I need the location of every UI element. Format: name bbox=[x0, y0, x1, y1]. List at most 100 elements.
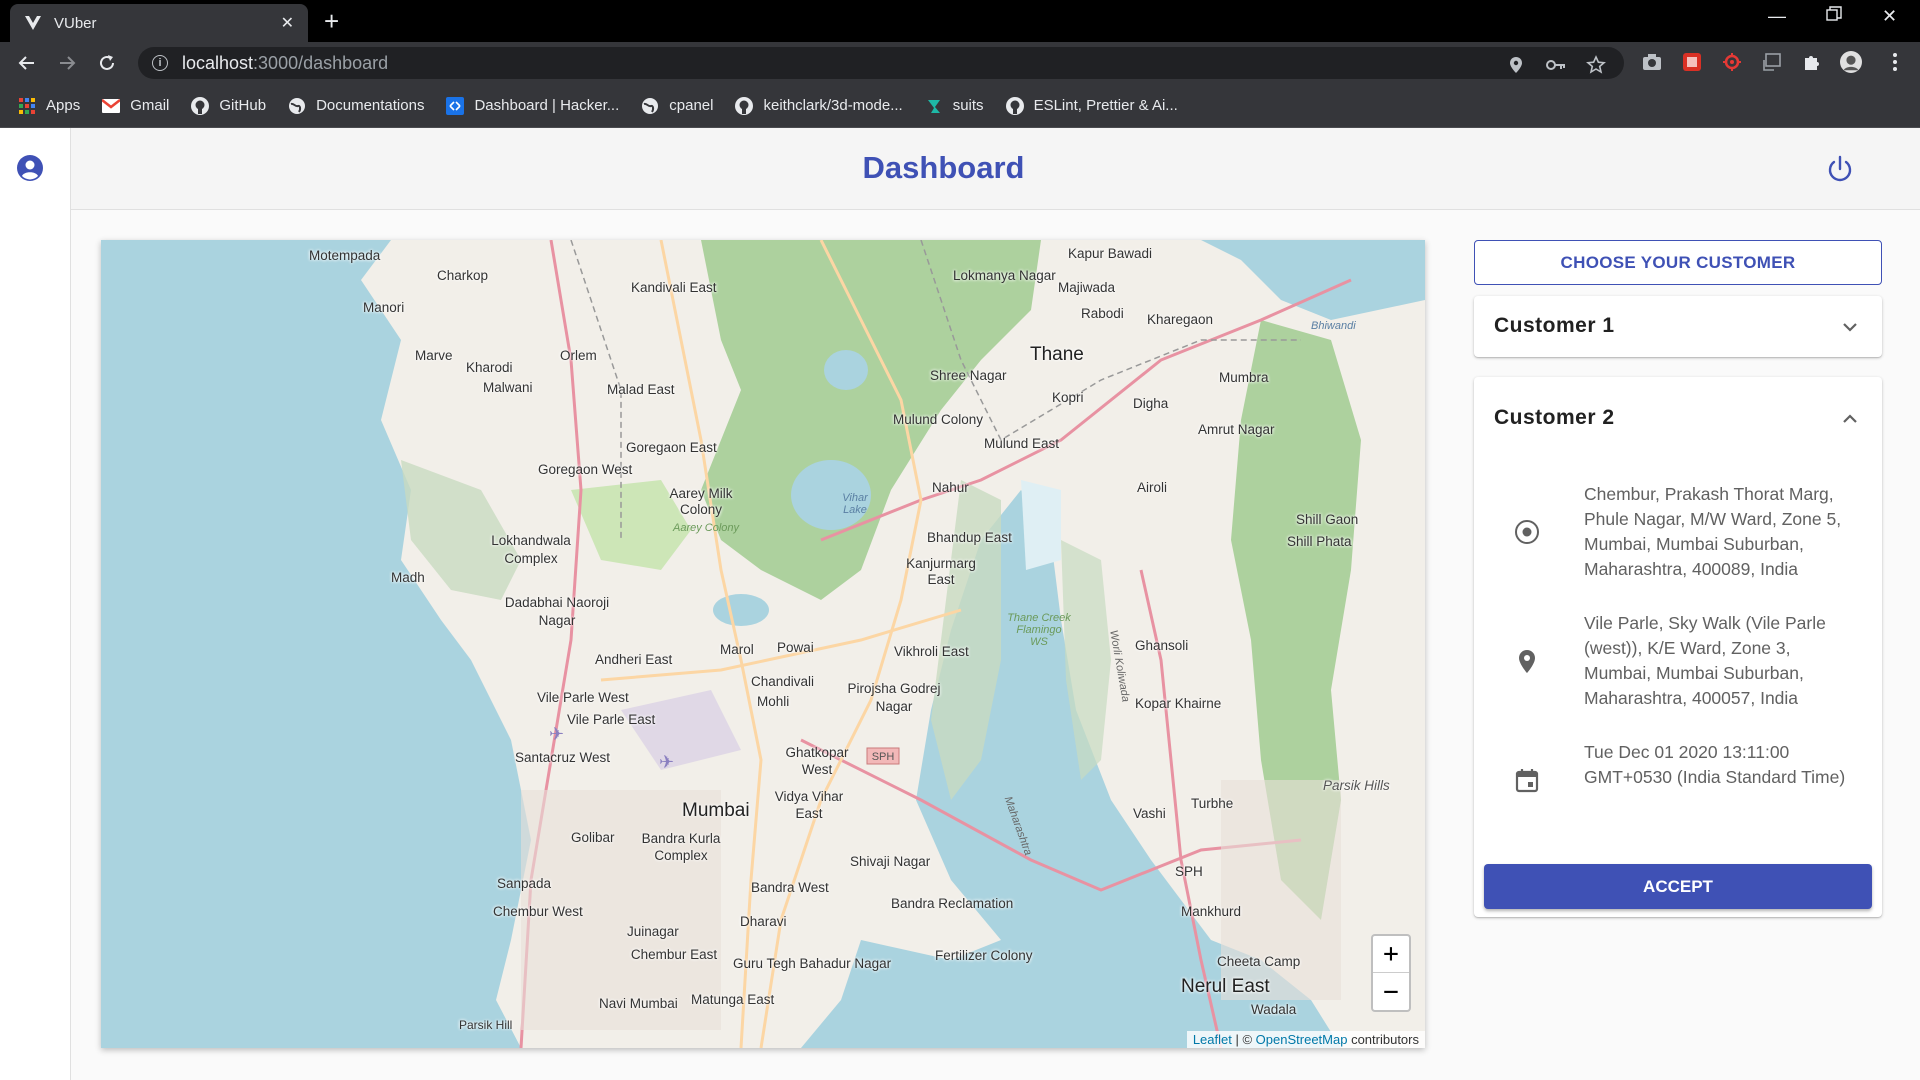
power-logout-icon[interactable] bbox=[1825, 154, 1855, 184]
map-zoom-control: + − bbox=[1371, 934, 1411, 1012]
map-label: Bhandup East bbox=[927, 530, 1012, 545]
map-label: Chandivali bbox=[751, 674, 815, 689]
map-label: Shill Phata bbox=[1287, 534, 1352, 549]
map-label: Shivaji Nagar bbox=[850, 854, 931, 869]
map-label: Guru Tegh Bahadur Nagar bbox=[733, 956, 892, 971]
choose-customer-button[interactable]: CHOOSE YOUR CUSTOMER bbox=[1474, 240, 1882, 285]
customer-1-accordion[interactable]: Customer 1 bbox=[1474, 296, 1882, 357]
bookmarks-bar: Apps Gmail GitHub Documentations Dashboa… bbox=[0, 84, 1920, 128]
forward-icon[interactable] bbox=[56, 52, 78, 74]
map-label: Cheeta Camp bbox=[1217, 954, 1301, 969]
map-label: Vile Parle East bbox=[567, 712, 656, 727]
attribution-tail: contributors bbox=[1347, 1032, 1419, 1047]
map-label: Mumbra bbox=[1219, 370, 1269, 385]
map-label: Parsik Hill bbox=[459, 1018, 513, 1032]
bookmark-keithclark[interactable]: keithclark/3d-mode... bbox=[735, 96, 903, 115]
zoom-in-button[interactable]: + bbox=[1373, 936, 1409, 973]
cast-extension-icon[interactable] bbox=[1761, 51, 1783, 73]
map-label: Kandivali East bbox=[631, 280, 717, 295]
location-pin-icon[interactable] bbox=[1506, 55, 1526, 75]
key-icon[interactable] bbox=[1546, 55, 1566, 75]
map-label: Nahur bbox=[932, 480, 969, 495]
browser-menu-icon[interactable] bbox=[1884, 51, 1906, 73]
chevron-down-icon[interactable] bbox=[1840, 317, 1860, 337]
bookmark-star-icon[interactable] bbox=[1586, 55, 1606, 75]
map-label: Orlem bbox=[560, 348, 597, 363]
camera-extension-icon[interactable] bbox=[1641, 51, 1663, 73]
map-label: Majiwada bbox=[1058, 280, 1116, 295]
url-host: localhost bbox=[182, 52, 254, 73]
map-label: Shill Gaon bbox=[1296, 512, 1359, 527]
bookmark-label: Gmail bbox=[130, 97, 170, 114]
github-icon bbox=[191, 96, 210, 115]
map-label: SPH bbox=[1175, 864, 1203, 879]
map-label: Vile Parle West bbox=[537, 690, 629, 705]
chevron-up-icon[interactable] bbox=[1840, 409, 1860, 429]
site-info-icon[interactable]: i bbox=[152, 55, 168, 71]
map-label: Vidya Vihar East bbox=[774, 789, 844, 821]
map-label: Charkop bbox=[437, 268, 489, 283]
bookmark-label: suits bbox=[952, 97, 984, 114]
map-label: Parsik Hills bbox=[1323, 778, 1390, 793]
map-label: Kopri bbox=[1052, 390, 1084, 405]
bug-extension-icon[interactable] bbox=[1721, 51, 1743, 73]
restore-icon[interactable] bbox=[1826, 6, 1842, 27]
map-label: Chembur West bbox=[493, 904, 583, 919]
map-label: Pirojsha Godrej Nagar bbox=[847, 681, 941, 714]
drop-address: Vile Parle, Sky Walk (Vile Parle (west))… bbox=[1584, 613, 1826, 708]
map-label: Marol bbox=[720, 642, 754, 657]
bookmark-suits[interactable]: suits bbox=[925, 97, 984, 115]
map-view[interactable]: SPH Motempada Charkop Kandivali East Lok… bbox=[101, 240, 1425, 1048]
map-label: Navi Mumbai bbox=[599, 996, 678, 1011]
bookmark-apps[interactable]: Apps bbox=[18, 97, 80, 115]
map-label: Kopar Khairne bbox=[1135, 696, 1222, 711]
map-label: Sanpada bbox=[497, 876, 552, 891]
map-label: Mulund Colony bbox=[893, 412, 984, 427]
map-attribution: Leaflet | © OpenStreetMap contributors bbox=[1186, 1031, 1425, 1048]
reload-icon[interactable] bbox=[96, 52, 118, 74]
map-label: Malad East bbox=[607, 382, 675, 397]
tab-close-icon[interactable]: ✕ bbox=[281, 13, 294, 33]
page-title: Dashboard bbox=[862, 150, 1025, 185]
openstreetmap-link[interactable]: OpenStreetMap bbox=[1256, 1032, 1348, 1047]
bookmark-gmail[interactable]: Gmail bbox=[102, 97, 169, 115]
sidebar bbox=[0, 128, 71, 1080]
zoom-out-button[interactable]: − bbox=[1373, 973, 1409, 1010]
red-extension-icon[interactable] bbox=[1681, 51, 1703, 73]
back-icon[interactable] bbox=[16, 52, 38, 74]
vuber-favicon-icon bbox=[24, 14, 42, 32]
profile-avatar-icon[interactable] bbox=[1840, 51, 1862, 73]
map-label: Dharavi bbox=[740, 914, 787, 929]
customer-panel: CHOOSE YOUR CUSTOMER Customer 1 Customer… bbox=[1474, 240, 1882, 917]
bookmark-hackerrank[interactable]: Dashboard | Hacker... bbox=[446, 96, 619, 115]
bookmark-github[interactable]: GitHub bbox=[191, 96, 266, 115]
customer-2-accordion: Customer 2 Chembur, Prakash Thorat Marg,… bbox=[1474, 377, 1882, 917]
map-label: Kharodi bbox=[466, 360, 513, 375]
minimize-icon[interactable]: — bbox=[1768, 6, 1786, 27]
bookmark-documentations[interactable]: Documentations bbox=[288, 97, 424, 115]
account-circle-icon[interactable] bbox=[16, 154, 44, 182]
browser-tab[interactable]: VUber ✕ bbox=[10, 4, 308, 42]
accept-button[interactable]: ACCEPT bbox=[1484, 864, 1872, 909]
svg-text:SPH: SPH bbox=[872, 751, 895, 763]
new-tab-icon[interactable]: + bbox=[324, 8, 339, 34]
map-label: Digha bbox=[1133, 396, 1169, 411]
bookmark-label: cpanel bbox=[669, 97, 714, 114]
close-window-icon[interactable]: ✕ bbox=[1882, 6, 1897, 27]
leaflet-link[interactable]: Leaflet bbox=[1193, 1032, 1232, 1047]
github-icon bbox=[1005, 96, 1024, 115]
address-bar[interactable]: i localhost:3000/dashboard bbox=[138, 47, 1624, 79]
map-label: Vashi bbox=[1133, 806, 1166, 821]
tab-title: VUber bbox=[54, 14, 97, 32]
ride-datetime: Tue Dec 01 2020 13:11:00 GMT+0530 (India… bbox=[1584, 742, 1846, 787]
extensions-puzzle-icon[interactable] bbox=[1801, 51, 1823, 73]
map-label: Mumbai bbox=[682, 800, 750, 821]
bookmark-label: keithclark/3d-mode... bbox=[763, 97, 903, 114]
bookmark-cpanel[interactable]: cpanel bbox=[641, 97, 713, 115]
bookmark-eslint[interactable]: ESLint, Prettier & Ai... bbox=[1005, 96, 1178, 115]
map-label: Bandra Kurla Complex bbox=[641, 831, 721, 863]
customer-1-title: Customer 1 bbox=[1494, 314, 1615, 337]
map-label: Airoli bbox=[1137, 480, 1168, 495]
map-label: Malwani bbox=[483, 380, 533, 395]
map-label: Golibar bbox=[571, 830, 615, 845]
